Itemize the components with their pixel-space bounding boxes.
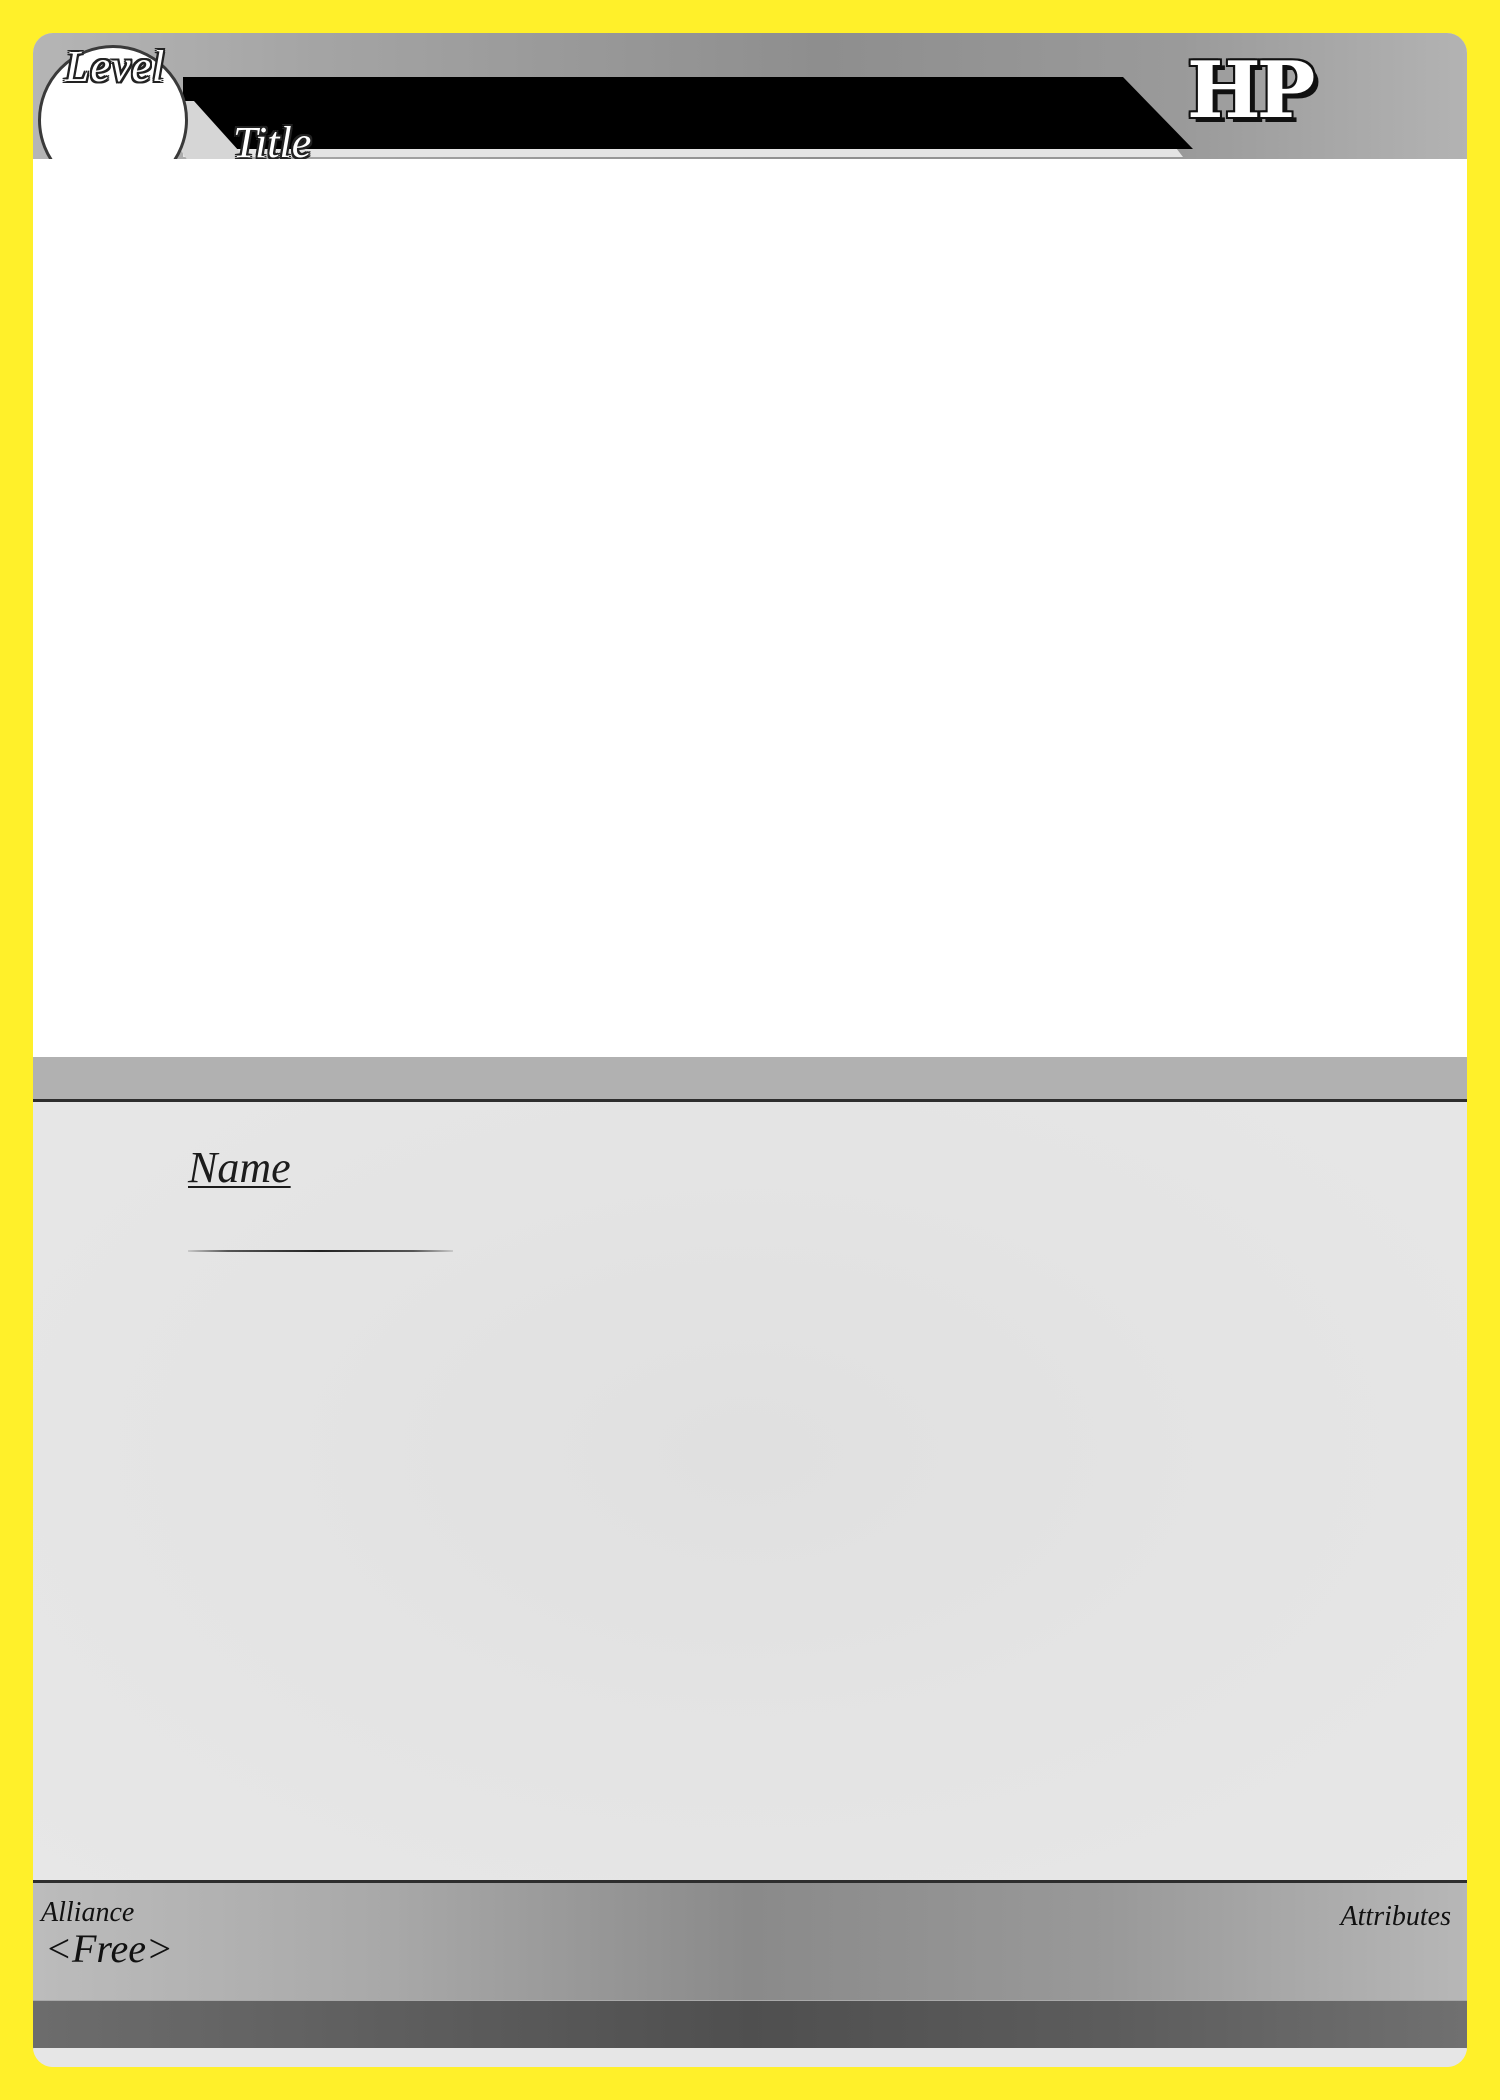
- card-art-area: [33, 159, 1467, 1057]
- attributes-label: Attributes: [1340, 1901, 1451, 1932]
- divider-band: [33, 1057, 1467, 1102]
- level-label: Level: [65, 42, 166, 91]
- title-ribbon: [183, 77, 1193, 149]
- bottom-edge: [33, 2048, 1467, 2067]
- alliance-value: <Free>: [45, 1926, 174, 1971]
- name-label: Name: [188, 1143, 291, 1192]
- card-template: Level Title HP Name Alliance <Free> Attr…: [33, 33, 1467, 2067]
- bottom-strip: [33, 2000, 1467, 2049]
- card-text-box: Name: [33, 1102, 1467, 1880]
- card-header: Level Title HP: [33, 33, 1467, 195]
- hp-label: HP: [1187, 45, 1315, 136]
- name-divider: [188, 1250, 453, 1252]
- card-footer: Alliance <Free> Attributes: [33, 1880, 1467, 2000]
